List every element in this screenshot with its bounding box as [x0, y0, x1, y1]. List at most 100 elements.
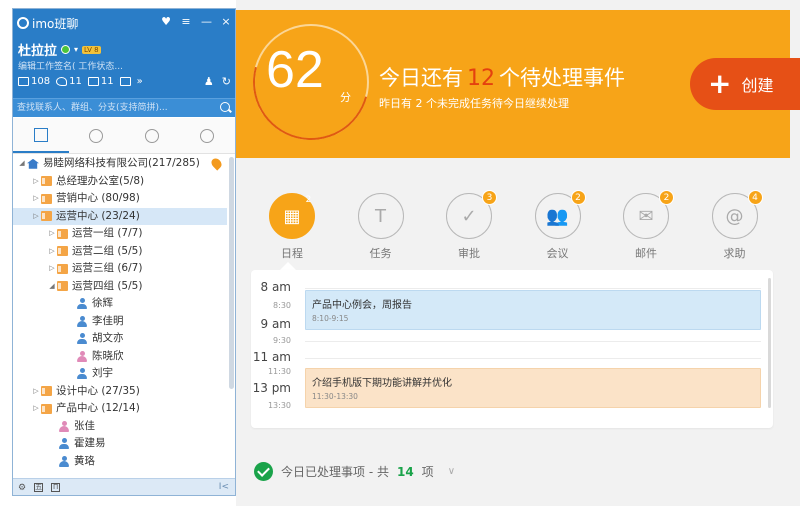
- tab-organization[interactable]: [13, 118, 69, 153]
- tree-label: 霍建易: [74, 437, 106, 449]
- meeting-people-icon: 👥 2: [534, 190, 586, 239]
- online-status-icon[interactable]: [61, 45, 71, 54]
- event-time: 8:10-9:15: [312, 314, 349, 323]
- folder-icon: [57, 228, 68, 239]
- male-user-icon: [77, 315, 87, 327]
- work-signature[interactable]: 编辑工作签名( 工作状态...: [18, 59, 123, 72]
- tree-label: 运营三组 (6/7): [72, 262, 143, 274]
- settings-gear-icon[interactable]: ⚙: [18, 483, 26, 493]
- tab-contacts[interactable]: [69, 118, 125, 153]
- input-method-key[interactable]: 五: [34, 483, 44, 492]
- add-contact-icon[interactable]: ♟: [204, 75, 214, 88]
- category-mail[interactable]: ✉ 2 邮件: [616, 190, 676, 261]
- department-node[interactable]: ▷ 总经理办公室(5/8): [13, 173, 227, 191]
- category-approval[interactable]: ✓ 3 审批: [439, 190, 499, 261]
- completed-summary[interactable]: 今日已处理事项 - 共 14 项 ∨: [254, 462, 455, 481]
- department-node[interactable]: ▷ 运营三组 (6/7): [13, 260, 227, 278]
- collapsed-arrow-icon[interactable]: ▷: [31, 208, 41, 226]
- org-tree: ◢ 易睦网络科技有限公司(217/285) ▷ 总经理办公室(5/8) ▷ 营销中心 (8…: [13, 155, 227, 477]
- contact-item[interactable]: 徐辉: [13, 295, 227, 313]
- headline-prefix: 今日还有: [379, 66, 463, 90]
- department-node[interactable]: ▷ 运营二组 (5/5): [13, 243, 227, 261]
- department-node[interactable]: ▷ 运营中心 (23/24): [13, 207, 227, 226]
- header-actions: ♟ ↻: [204, 75, 231, 88]
- calendar-icon[interactable]: [119, 77, 131, 86]
- group-count[interactable]: 11: [56, 76, 82, 87]
- contact-item[interactable]: 胡文亦: [13, 330, 227, 348]
- status-dropdown-icon[interactable]: ▾: [74, 45, 78, 54]
- half-hour-label: 13:30: [267, 401, 291, 410]
- folder-icon: [57, 263, 68, 274]
- contact-item[interactable]: 张佳: [13, 418, 227, 436]
- category-schedule[interactable]: ▦ 2 日程: [262, 193, 322, 261]
- category-help[interactable]: @4 求助: [705, 190, 765, 261]
- tree-scrollbar[interactable]: [229, 157, 234, 389]
- create-button-label: 创建: [741, 76, 774, 95]
- hour-label: 9 am: [260, 317, 292, 331]
- close-icon[interactable]: ×: [221, 15, 231, 28]
- timeline-scrollbar[interactable]: [768, 278, 771, 408]
- expanded-arrow-icon[interactable]: ◢: [47, 278, 57, 296]
- category-task[interactable]: T 任务: [351, 193, 411, 261]
- tab-messages[interactable]: [124, 118, 180, 153]
- collapsed-arrow-icon[interactable]: ▷: [47, 225, 57, 243]
- refresh-icon[interactable]: ↻: [222, 75, 231, 88]
- stats-bar: 108 11 11 »: [18, 76, 143, 87]
- hour-label: 8 am: [260, 280, 292, 294]
- skin-icon[interactable]: ♥: [161, 15, 171, 28]
- male-user-icon: [77, 333, 87, 345]
- category-glyph: ✓: [461, 205, 477, 227]
- schedule-event[interactable]: 产品中心例会，周报告 8:10-9:15: [305, 290, 761, 330]
- contact-item[interactable]: 陈晓欣: [13, 348, 227, 366]
- collapsed-arrow-icon[interactable]: ▷: [31, 190, 41, 208]
- collapsed-arrow-icon[interactable]: ▷: [31, 383, 41, 401]
- chevron-down-icon[interactable]: ∨: [448, 466, 455, 477]
- folder-icon: [41, 386, 52, 397]
- location-pin-icon[interactable]: [209, 156, 224, 171]
- schedule-event[interactable]: 介绍手机版下期功能讲解并优化 11:30-13:30: [305, 368, 761, 408]
- timeline-gridline: [305, 358, 761, 359]
- menu-icon[interactable]: ≡: [181, 15, 191, 28]
- done-prefix: 今日已处理事项 - 共: [281, 465, 389, 479]
- collapsed-arrow-icon[interactable]: ▷: [47, 243, 57, 261]
- check-circle-icon: [254, 462, 273, 481]
- im-footer: ⚙ 五 П I<: [13, 478, 235, 495]
- folder-icon: [41, 193, 52, 204]
- create-button[interactable]: + 创建: [690, 58, 800, 110]
- folder-icon: [41, 403, 52, 414]
- department-node[interactable]: ▷ 产品中心 (12/14): [13, 400, 227, 418]
- category-label: 邮件: [635, 247, 657, 260]
- contact-item[interactable]: 刘宇: [13, 365, 227, 383]
- discussion-count[interactable]: 11: [87, 76, 114, 87]
- done-suffix: 项: [421, 465, 434, 479]
- mail-count[interactable]: 108: [18, 76, 50, 87]
- contact-item[interactable]: 黄珞: [13, 453, 227, 471]
- timeline-gridline: [305, 288, 761, 289]
- expanded-arrow-icon[interactable]: ◢: [17, 155, 27, 173]
- input-mode-key[interactable]: П: [51, 483, 61, 492]
- collapsed-arrow-icon[interactable]: ▷: [31, 400, 41, 418]
- count-badge: 3: [482, 190, 497, 205]
- count-badge: 2: [305, 195, 312, 205]
- collapsed-arrow-icon[interactable]: ▷: [31, 173, 41, 191]
- tree-label: 陈晓欣: [92, 349, 124, 362]
- summary-banner: 62 分 今日还有 12 个待处理事件 昨日有 2 个未完成任务待今日继续处理 + …: [231, 2, 800, 162]
- more-button[interactable]: »: [137, 76, 143, 87]
- contact-item[interactable]: 李佳明: [13, 313, 227, 331]
- department-node[interactable]: ▷ 运营一组 (7/7): [13, 225, 227, 243]
- department-node[interactable]: ▷ 设计中心 (27/35): [13, 383, 227, 401]
- tab-recent[interactable]: [180, 118, 236, 153]
- search-icon[interactable]: [220, 102, 230, 112]
- company-node[interactable]: ◢ 易睦网络科技有限公司(217/285): [13, 155, 227, 173]
- tree-label: 胡文亦: [92, 332, 124, 344]
- category-meeting[interactable]: 👥 2 会议: [528, 190, 588, 261]
- timeline-pointer: [280, 262, 296, 270]
- search-input[interactable]: [17, 101, 213, 115]
- minimize-icon[interactable]: —: [201, 15, 212, 28]
- plus-icon: +: [708, 67, 732, 100]
- collapse-panel-icon[interactable]: I<: [219, 482, 229, 492]
- department-node[interactable]: ▷ 营销中心 (80/98): [13, 190, 227, 208]
- department-node[interactable]: ◢ 运营四组 (5/5): [13, 278, 227, 296]
- contact-item[interactable]: 霍建易: [13, 435, 227, 453]
- collapsed-arrow-icon[interactable]: ▷: [47, 260, 57, 278]
